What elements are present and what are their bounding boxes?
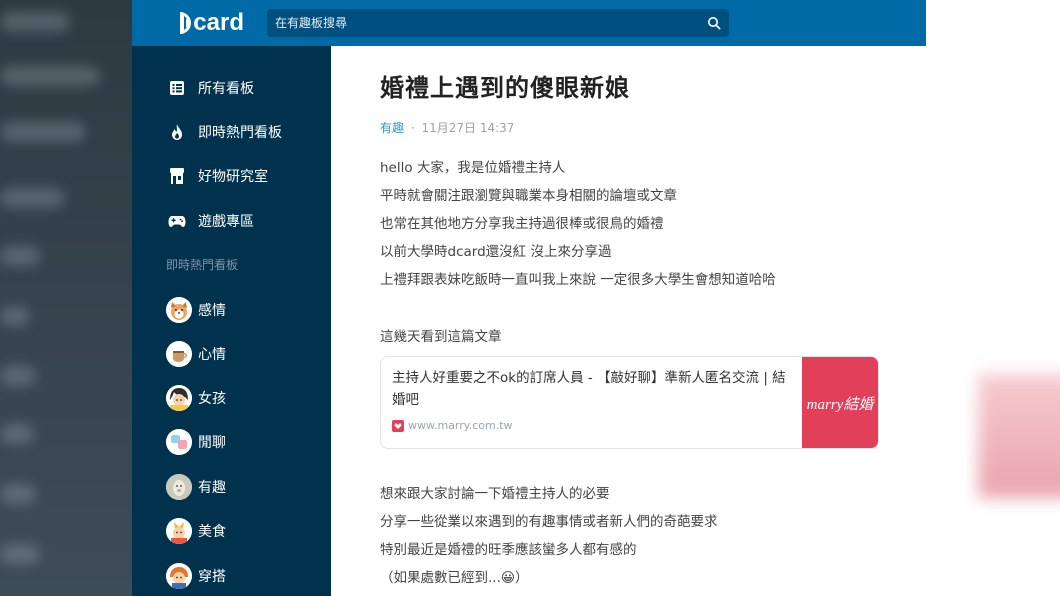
hot-forums-section-label: 即時熱門看板 — [166, 258, 239, 272]
food-avatar-icon — [166, 518, 192, 544]
link-url-text: www.marry.com.tw — [408, 419, 513, 432]
forum-label: 心情 — [198, 347, 226, 363]
post-paragraph-2: 這幾天看到這篇文章 — [380, 323, 502, 351]
chat-avatar-icon — [166, 429, 192, 455]
dcard-logo[interactable]: card — [180, 9, 244, 37]
logo-text: card — [193, 9, 244, 36]
post-line: 分享一些從業以來遇到的有趣事情或者新人們的奇葩要求 — [380, 514, 718, 530]
nav-hot-forums[interactable]: 即時熱門看板 — [166, 117, 282, 147]
post-paragraph-3: 想來跟大家討論一下婚禮主持人的必要 分享一些從業以來遇到的有趣事情或者新人們的奇… — [380, 480, 718, 592]
post-line: 上禮拜跟表妹吃飯時一直叫我上來說 一定很多大學生會想知道哈哈 — [380, 272, 776, 288]
outfit-avatar-icon — [166, 563, 192, 589]
nav-label: 所有看板 — [198, 81, 254, 97]
nav-label: 即時熱門看板 — [198, 125, 282, 141]
forum-label: 有趣 — [198, 480, 226, 496]
gamepad-icon — [166, 210, 188, 232]
search-bar — [267, 9, 729, 37]
dcard-d-icon — [180, 12, 192, 34]
post-date: 11月27日 14:37 — [421, 121, 515, 135]
store-icon — [166, 165, 188, 187]
link-card-url: www.marry.com.tw — [392, 419, 513, 432]
forum-label: 閒聊 — [198, 435, 226, 451]
post-line: 也常在其他地方分享我主持過很棒或很鳥的婚禮 — [380, 216, 664, 232]
coffee-avatar-icon — [166, 341, 192, 367]
post-line: 想來跟大家討論一下婚禮主持人的必要 — [380, 486, 610, 502]
forum-label: 美食 — [198, 524, 226, 540]
nav-label: 遊戲專區 — [198, 214, 254, 230]
top-header: card — [132, 0, 926, 46]
post-line: hello 大家，我是位婚禮主持人 — [380, 160, 566, 176]
forum-item-funny[interactable]: 有趣 — [166, 471, 226, 503]
sidebar: 所有看板 即時熱門看板 好物研究室 遊戲專區 即時熱門看板 感情 心情 女孩 閒… — [132, 46, 331, 596]
marry-favicon-icon — [392, 419, 404, 432]
link-card-title: 主持人好重要之不ok的訂席人員 - 【敲好聊】準新人匿名交流 | 結婚吧 — [392, 370, 786, 408]
post-line: 特別最近是婚禮的旺季應該蠻多人都有感的 — [380, 542, 637, 558]
forum-label: 穿搭 — [198, 569, 226, 585]
post-title: 婚禮上遇到的傻眼新娘 — [380, 74, 630, 102]
list-icon — [166, 77, 188, 99]
blurred-left-background — [0, 0, 132, 596]
flame-icon — [166, 121, 188, 143]
post-line: 這幾天看到這篇文章 — [380, 329, 502, 345]
forum-item-relationship[interactable]: 感情 — [166, 294, 226, 326]
blurred-right-background — [926, 0, 1060, 596]
meta-separator: · — [410, 121, 415, 135]
post-forum-link[interactable]: 有趣 — [380, 121, 404, 135]
post-meta: 有趣 · 11月27日 14:37 — [380, 119, 514, 136]
post-content: 婚禮上遇到的傻眼新娘 有趣 · 11月27日 14:37 hello 大家，我是… — [331, 46, 926, 596]
forum-item-chat[interactable]: 閒聊 — [166, 426, 226, 458]
search-button[interactable] — [699, 9, 729, 37]
forum-item-food[interactable]: 美食 — [166, 515, 226, 547]
link-preview-card[interactable]: 主持人好重要之不ok的訂席人員 - 【敲好聊】準新人匿名交流 | 結婚吧 www… — [380, 356, 879, 449]
post-line: 平時就會關注跟瀏覽與職業本身相關的論壇或文章 — [380, 188, 677, 204]
forum-item-girl[interactable]: 女孩 — [166, 382, 226, 414]
nav-all-forums[interactable]: 所有看板 — [166, 73, 254, 103]
link-card-thumbnail: marry結婚 — [802, 357, 878, 448]
nav-game-zone[interactable]: 遊戲專區 — [166, 206, 254, 236]
search-icon — [708, 17, 721, 30]
post-line: 以前大學時dcard還沒紅 沒上來分享過 — [380, 244, 612, 260]
forum-item-outfit[interactable]: 穿搭 — [166, 560, 226, 592]
search-input[interactable] — [267, 9, 697, 37]
nav-good-stuff-lab[interactable]: 好物研究室 — [166, 161, 268, 191]
forum-label: 女孩 — [198, 391, 226, 407]
girl-avatar-icon — [166, 385, 192, 411]
forum-item-mood[interactable]: 心情 — [166, 338, 226, 370]
dog-avatar-icon — [166, 297, 192, 323]
post-paragraph-1: hello 大家，我是位婚禮主持人 平時就會關注跟瀏覽與職業本身相關的論壇或文章… — [380, 154, 776, 294]
nav-label: 好物研究室 — [198, 169, 268, 185]
alpaca-avatar-icon — [166, 474, 192, 500]
forum-label: 感情 — [198, 303, 226, 319]
post-line: （如果處數已經到...😀） — [380, 570, 529, 586]
